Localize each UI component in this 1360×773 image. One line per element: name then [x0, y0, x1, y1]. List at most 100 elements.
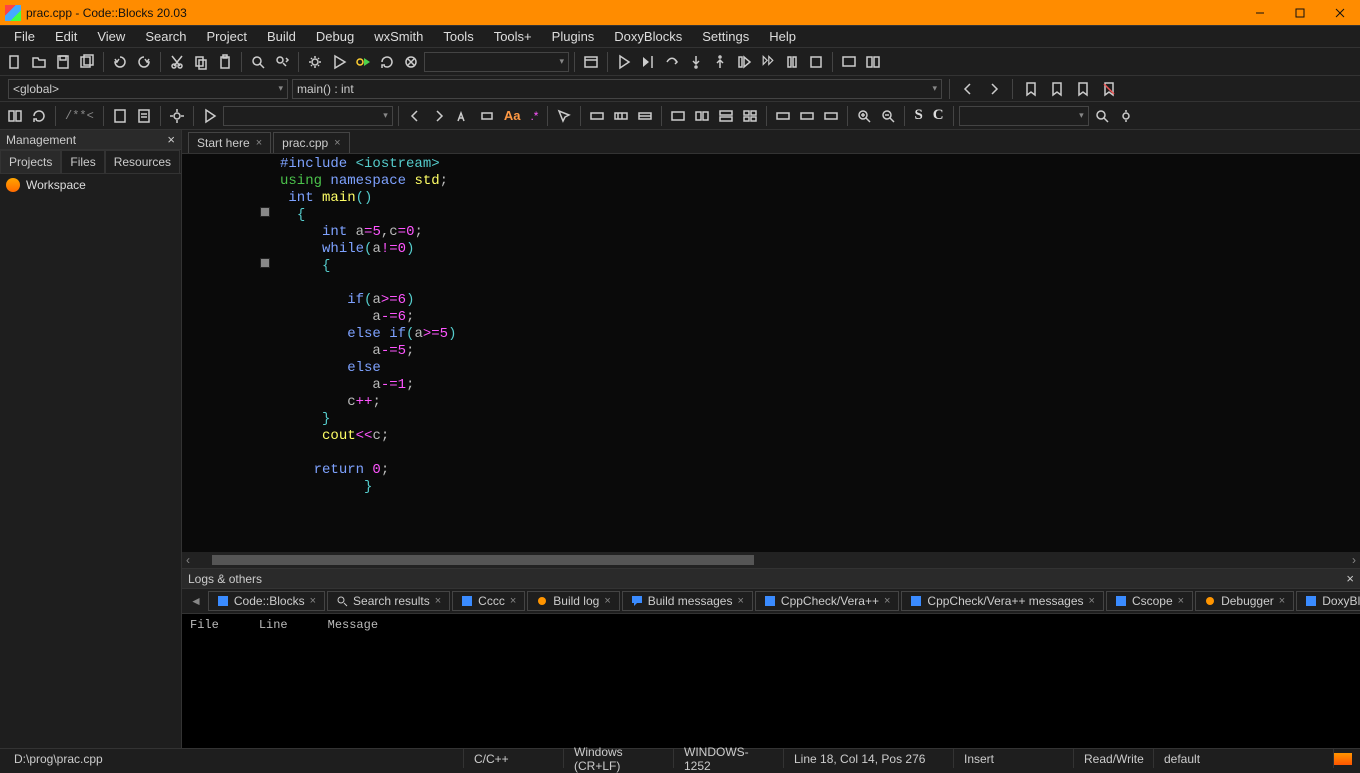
bookmark-clear-icon[interactable] [1098, 78, 1120, 100]
next-icon[interactable] [428, 105, 450, 127]
doc-icon[interactable] [109, 105, 131, 127]
inst1-icon[interactable] [772, 105, 794, 127]
maximize-button[interactable] [1280, 0, 1320, 26]
workspace-item[interactable]: Workspace [6, 178, 175, 192]
find-icon[interactable] [247, 51, 269, 73]
tab-projects[interactable]: Projects [0, 150, 61, 173]
menu-toolsplus[interactable]: Tools+ [486, 27, 540, 46]
regex-label[interactable]: .* [526, 109, 542, 123]
logtab-cccc[interactable]: Cccc× [452, 591, 525, 611]
prev-icon[interactable] [404, 105, 426, 127]
c-label[interactable]: C [929, 107, 948, 124]
search-go-icon[interactable] [1091, 105, 1113, 127]
s-label[interactable]: S [910, 107, 926, 124]
menu-help[interactable]: Help [761, 27, 804, 46]
step-over-icon[interactable] [661, 51, 683, 73]
cursor-icon[interactable] [553, 105, 575, 127]
next-instr-icon[interactable] [733, 51, 755, 73]
logtab-buildmsg[interactable]: Build messages× [622, 591, 753, 611]
bookmark-toggle-icon[interactable] [1020, 78, 1042, 100]
fold-marker-icon[interactable] [260, 207, 270, 217]
build-icon[interactable] [304, 51, 326, 73]
info-icon[interactable] [862, 51, 884, 73]
matchcase-label[interactable]: Aa [500, 108, 525, 123]
menu-debug[interactable]: Debug [308, 27, 362, 46]
save-icon[interactable] [52, 51, 74, 73]
step-into-icon[interactable] [685, 51, 707, 73]
step-out-icon[interactable] [709, 51, 731, 73]
tab-files[interactable]: Files [61, 150, 104, 173]
build-target-select[interactable] [424, 52, 569, 72]
highlight-icon[interactable] [452, 105, 474, 127]
menu-tools[interactable]: Tools [435, 27, 481, 46]
bookmark-next-icon[interactable] [1072, 78, 1094, 100]
copy-icon[interactable] [190, 51, 212, 73]
scope-select[interactable]: <global> [8, 79, 288, 99]
logtab-doxy[interactable]: DoxyBlo [1296, 591, 1360, 611]
search-opt-icon[interactable] [1115, 105, 1137, 127]
scroll-left-icon[interactable]: ◄ [186, 594, 206, 608]
menu-edit[interactable]: Edit [47, 27, 85, 46]
tab-prac-cpp[interactable]: prac.cpp× [273, 132, 349, 153]
selection-icon[interactable] [476, 105, 498, 127]
build-run-icon[interactable] [352, 51, 374, 73]
break-icon[interactable] [781, 51, 803, 73]
logtab-cscope[interactable]: Cscope× [1106, 591, 1193, 611]
rebuild-icon[interactable] [376, 51, 398, 73]
close-icon[interactable]: × [334, 137, 340, 149]
close-icon[interactable]: × [256, 137, 262, 149]
horizontal-scrollbar[interactable]: ‹› [182, 552, 1360, 568]
logtab-buildlog[interactable]: Build log× [527, 591, 619, 611]
replace-icon[interactable] [271, 51, 293, 73]
refresh-icon[interactable] [28, 105, 50, 127]
undo-icon[interactable] [109, 51, 131, 73]
run-icon[interactable] [328, 51, 350, 73]
menu-wxsmith[interactable]: wxSmith [366, 27, 431, 46]
rect2-icon[interactable] [610, 105, 632, 127]
show-targets-icon[interactable] [580, 51, 602, 73]
bookmark-prev-icon[interactable] [1046, 78, 1068, 100]
grid4-icon[interactable] [739, 105, 761, 127]
zoom-out-icon[interactable] [877, 105, 899, 127]
code-editor[interactable]: #include <iostream> using namespace std;… [182, 154, 1360, 552]
inst2-icon[interactable] [796, 105, 818, 127]
menu-plugins[interactable]: Plugins [544, 27, 603, 46]
grid1-icon[interactable] [667, 105, 689, 127]
open-icon[interactable] [28, 51, 50, 73]
redo-icon[interactable] [133, 51, 155, 73]
doc2-icon[interactable] [133, 105, 155, 127]
minimize-button[interactable] [1240, 0, 1280, 26]
run-to-cursor-icon[interactable] [637, 51, 659, 73]
close-button[interactable] [1320, 0, 1360, 26]
nav-back-icon[interactable] [957, 78, 979, 100]
stop-debug-icon[interactable] [805, 51, 827, 73]
paste-icon[interactable] [214, 51, 236, 73]
rect1-icon[interactable] [586, 105, 608, 127]
logtab-debugger[interactable]: Debugger× [1195, 591, 1294, 611]
settings-icon[interactable] [166, 105, 188, 127]
abort-icon[interactable] [400, 51, 422, 73]
zoom-in-icon[interactable] [853, 105, 875, 127]
step-instr-icon[interactable] [757, 51, 779, 73]
menu-project[interactable]: Project [199, 27, 255, 46]
logtab-search[interactable]: Search results× [327, 591, 450, 611]
cut-icon[interactable] [166, 51, 188, 73]
menu-doxyblocks[interactable]: DoxyBlocks [606, 27, 690, 46]
save-all-icon[interactable] [76, 51, 98, 73]
menu-build[interactable]: Build [259, 27, 304, 46]
logtab-cppcheckmsg[interactable]: CppCheck/Vera++ messages× [901, 591, 1104, 611]
nav-fwd-icon[interactable] [983, 78, 1005, 100]
debug-windows-icon[interactable] [838, 51, 860, 73]
function-select[interactable]: main() : int [292, 79, 942, 99]
logtab-codeblocks[interactable]: Code::Blocks× [208, 591, 325, 611]
menu-view[interactable]: View [89, 27, 133, 46]
logtab-cppcheck[interactable]: CppCheck/Vera++× [755, 591, 900, 611]
tab-start-here[interactable]: Start here× [188, 132, 271, 153]
grid3-icon[interactable] [715, 105, 737, 127]
panel-close-icon[interactable]: × [1346, 571, 1354, 586]
menu-settings[interactable]: Settings [694, 27, 757, 46]
run2-icon[interactable] [199, 105, 221, 127]
tab-resources[interactable]: Resources [105, 150, 180, 173]
script-select[interactable] [223, 106, 393, 126]
rect3-icon[interactable] [634, 105, 656, 127]
